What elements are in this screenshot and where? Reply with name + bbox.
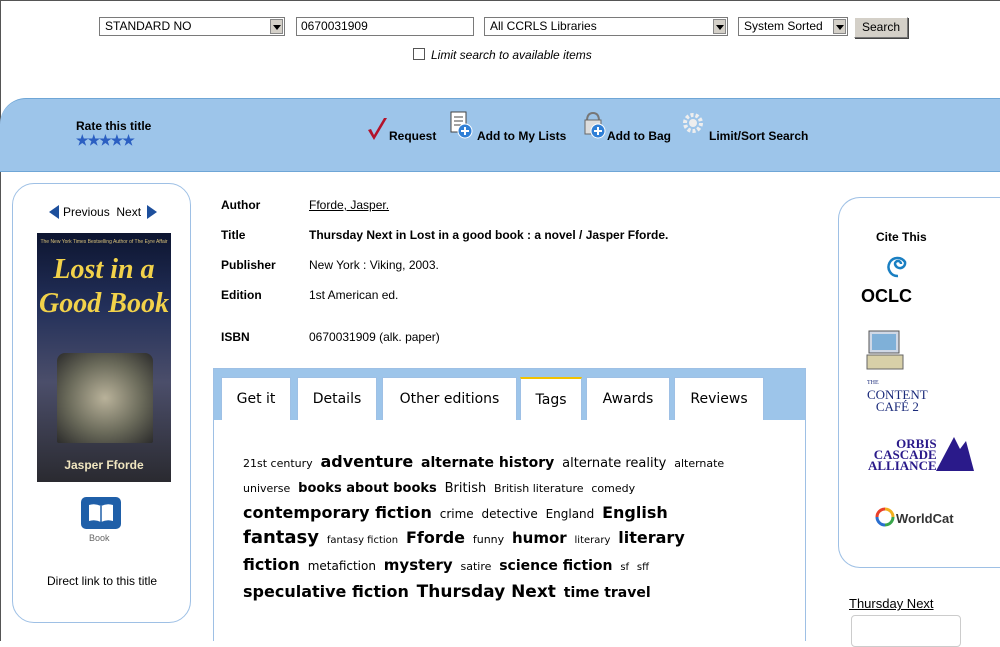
tag-link[interactable]: funny [473,533,504,546]
limit-available-row: Limit search to available items [413,48,592,62]
tag-link[interactable]: fantasy fiction [327,535,398,546]
edition-label: Edition [221,288,262,302]
arrow-left-icon[interactable] [49,205,59,219]
tag-link[interactable]: adventure [320,452,413,471]
library-value: All CCRLS Libraries [490,19,597,33]
tag-link[interactable]: sff [637,562,649,573]
cover-title: Lost in a Good Book [39,254,169,319]
mountain-logo-icon [936,437,974,471]
tag-link[interactable]: mystery [384,556,453,574]
sort-select[interactable]: System Sorted [738,17,848,36]
add-to-bag-link[interactable]: Add to Bag [607,129,671,143]
tag-link[interactable]: humor [512,529,567,547]
add-to-list-icon[interactable] [450,111,474,139]
book-cover-image: The New York Times Bestselling Author of… [37,233,171,482]
title-label: Title [221,228,246,242]
record-nav: Previous Next [49,205,158,219]
cover-book-illustration [57,353,153,443]
content-cafe-link[interactable]: THE CONTENT CAFÉ 2 [867,377,928,413]
tag-link[interactable]: time travel [564,585,651,601]
next-link[interactable]: Next [116,205,141,219]
tab-awards[interactable]: Awards [586,377,670,420]
series-thumbnail[interactable] [851,615,961,647]
limit-sort-search-link[interactable]: Limit/Sort Search [709,129,808,143]
cover-author: Jasper Fforde [64,458,144,472]
tag-link[interactable]: Fforde [406,528,465,547]
tab-get-it[interactable]: Get it [221,377,291,420]
tab-reviews[interactable]: Reviews [674,377,764,420]
worldcat-logo-icon[interactable] [873,505,897,529]
tag-link[interactable]: Thursday Next [417,582,556,602]
author-link[interactable]: Fforde, Jasper. [309,198,389,212]
cover-tagline: The New York Times Bestselling Author of… [40,239,168,245]
limit-available-label: Limit search to available items [431,48,592,62]
rate-title: Rate this title ★★★★★ [76,120,151,147]
tag-link[interactable]: contemporary fiction [243,503,432,522]
add-to-bag-icon[interactable] [583,111,607,139]
tag-link[interactable]: metafiction [308,559,376,573]
search-field-select[interactable]: STANDARD NO [99,17,285,36]
oclc-link[interactable]: OCLC [861,286,912,307]
tag-link[interactable]: alternate history [421,455,554,471]
orbis-line-3: ALLIANCE [868,458,937,473]
checkmark-icon[interactable] [366,116,388,142]
worldcat-link[interactable]: WorldCat [896,511,954,526]
cite-this-label: Cite This [876,230,927,244]
arrow-right-icon[interactable] [147,205,158,219]
tag-link[interactable]: English [602,503,668,522]
isbn-label: ISBN [221,330,250,344]
tag-link[interactable]: British [445,481,487,496]
tag-link[interactable]: sf [620,562,629,573]
format-label: Book [89,533,110,543]
tag-link[interactable]: 21st century [243,457,313,470]
search-button[interactable]: Search [854,17,908,38]
title-value: Thursday Next in Lost in a good book : a… [309,228,669,242]
limit-available-checkbox[interactable] [413,48,425,60]
edition-value: 1st American ed. [309,288,399,302]
tag-link[interactable]: fantasy [243,527,319,548]
gear-icon[interactable] [681,109,707,137]
tag-cloud: 21st century adventure alternate history… [243,450,743,605]
content-cafe-line-3: CAFÉ 2 [875,399,919,414]
search-input[interactable]: 0670031909 [296,17,474,36]
tag-link[interactable]: crime [440,507,474,521]
book-format-icon [81,497,121,529]
rating-stars[interactable]: ★★★★★ [76,133,151,147]
tag-link[interactable]: science fiction [499,558,612,574]
sort-value: System Sorted [744,19,823,33]
tag-link[interactable]: books about books [298,481,437,496]
tab-tags[interactable]: Tags [520,377,582,420]
author-label: Author [221,198,261,212]
oclc-logo-icon[interactable] [885,250,911,278]
tag-link[interactable]: British literature [494,482,583,495]
rate-title-label: Rate this title [76,119,152,133]
tag-link[interactable]: literary [575,535,611,546]
tab-other-editions[interactable]: Other editions [382,377,517,420]
direct-link[interactable]: Direct link to this title [47,574,157,588]
add-to-my-lists-link[interactable]: Add to My Lists [477,129,566,143]
series-link[interactable]: Thursday Next [849,596,934,611]
previous-link[interactable]: Previous [63,205,110,219]
isbn-value: 0670031909 (alk. paper) [309,330,440,344]
tag-link[interactable]: comedy [591,482,635,495]
tag-link[interactable]: speculative fiction [243,582,409,601]
chevron-down-icon[interactable] [270,19,283,34]
action-toolbar: Rate this title ★★★★★ Request Add to My … [0,98,1000,172]
tag-link[interactable]: detective [482,507,538,521]
chevron-down-icon[interactable] [713,19,726,34]
tag-link[interactable]: England [546,507,595,521]
tag-link[interactable]: satire [460,560,491,573]
tab-details[interactable]: Details [297,377,377,420]
request-link[interactable]: Request [389,129,436,143]
library-select[interactable]: All CCRLS Libraries [484,17,728,36]
tag-link[interactable]: alternate reality [562,456,666,471]
search-field-value: STANDARD NO [105,19,192,33]
publisher-label: Publisher [221,258,276,272]
content-cafe-icon [866,330,904,370]
publisher-value: New York : Viking, 2003. [309,258,439,272]
orbis-cascade-link[interactable]: ORBIS CASCADE ALLIANCE [868,437,937,473]
chevron-down-icon[interactable] [833,19,846,34]
